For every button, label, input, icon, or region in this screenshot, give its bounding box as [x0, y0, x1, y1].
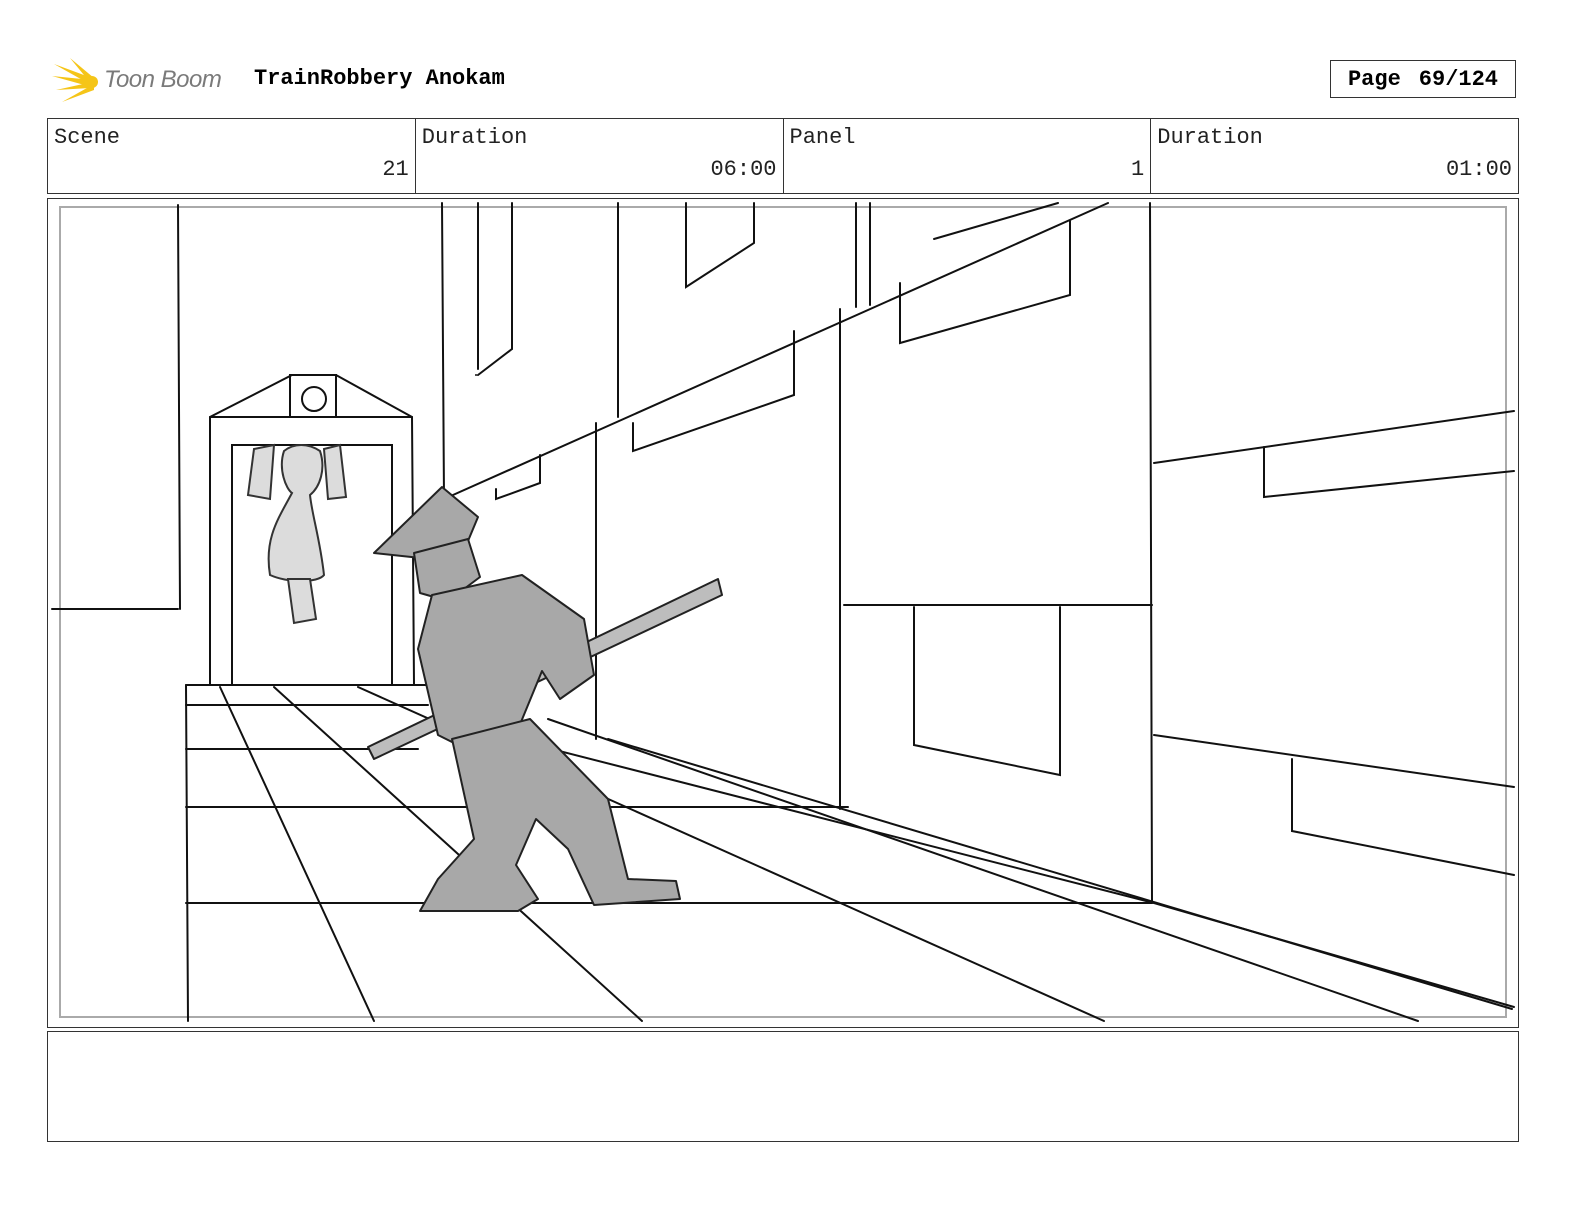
logo-text: Toon Boom — [104, 66, 222, 93]
panel-duration-cell: Duration 01:00 — [1150, 119, 1518, 193]
panel-sketch-image — [51, 202, 1515, 1022]
scene-duration-cell: Duration 06:00 — [414, 119, 783, 193]
panel-duration-value: 01:00 — [1445, 157, 1512, 182]
scene-cell: Scene 21 — [48, 119, 415, 193]
page-label: Page — [1347, 66, 1401, 92]
storyboard-panel — [47, 198, 1519, 1028]
panel-info-row: Scene 21 Duration 06:00 Panel 1 Duration… — [47, 118, 1519, 194]
panel-notes-box — [47, 1031, 1519, 1142]
scene-value: 21 — [382, 157, 409, 182]
page-indicator: Page 69/124 — [1330, 60, 1516, 98]
scene-label: Scene — [54, 125, 121, 150]
scene-duration-value: 06:00 — [710, 157, 777, 182]
panel-value: 1 — [1131, 157, 1145, 182]
page-number: 69/124 — [1418, 66, 1499, 92]
scene-duration-label: Duration — [421, 125, 528, 150]
panel-cell: Panel 1 — [782, 119, 1151, 193]
project-title: TrainRobbery Anokam — [254, 66, 505, 91]
panel-label: Panel — [789, 125, 856, 150]
panel-duration-label: Duration — [1157, 125, 1263, 150]
